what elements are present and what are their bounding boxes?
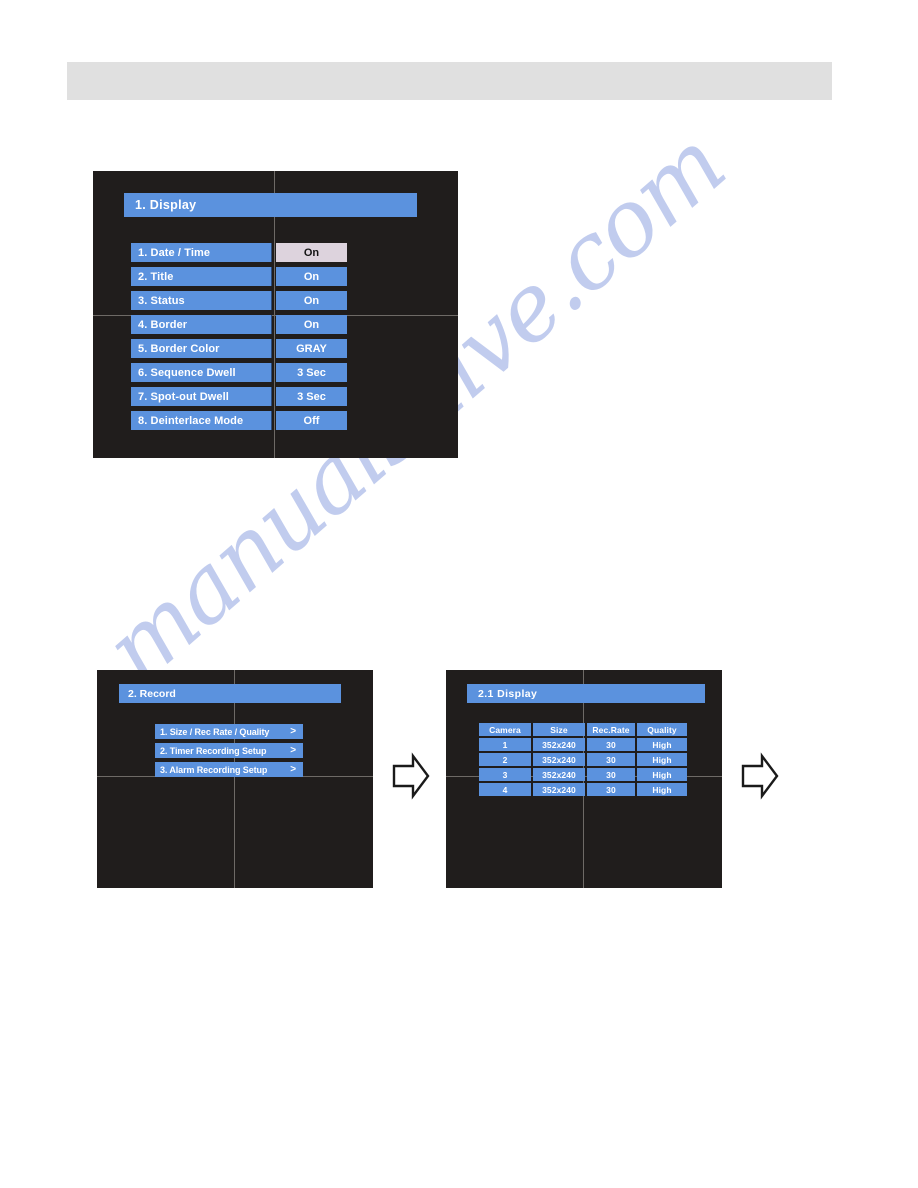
osd-panel-record: 2. Record 1. Size / Rec Rate / Quality >… xyxy=(97,670,373,888)
cell-size[interactable]: 352x240 xyxy=(533,753,585,766)
cell-quality[interactable]: High xyxy=(637,768,687,781)
cell-size[interactable]: 352x240 xyxy=(533,738,585,751)
table-header-row: Camera Size Rec.Rate Quality xyxy=(479,723,687,736)
display-menu-list: 1. Date / Time On 2. Title On 3. Status … xyxy=(131,243,347,435)
menu-row[interactable]: 7. Spot-out Dwell 3 Sec xyxy=(131,387,347,406)
chevron-right-icon: > xyxy=(290,725,296,737)
table-row[interactable]: 3 352x240 30 High xyxy=(479,768,687,781)
cell-camera[interactable]: 1 xyxy=(479,738,531,751)
table-row[interactable]: 4 352x240 30 High xyxy=(479,783,687,796)
submenu-item-size-rec-rate-quality[interactable]: 1. Size / Rec Rate / Quality > xyxy=(155,724,303,739)
chevron-right-icon: > xyxy=(290,744,296,756)
submenu-item-label: 2. Timer Recording Setup xyxy=(160,745,267,756)
panel-rec-table-title: 2.1 Display xyxy=(467,684,705,703)
cell-size[interactable]: 352x240 xyxy=(533,783,585,796)
menu-item-value-spot-out-dwell[interactable]: 3 Sec xyxy=(276,387,347,406)
panel-record-title: 2. Record xyxy=(119,684,341,703)
osd-panel-rec-table: 2.1 Display Camera Size Rec.Rate Quality… xyxy=(446,670,722,888)
cell-rec-rate[interactable]: 30 xyxy=(587,783,635,796)
menu-item-value-sequence-dwell[interactable]: 3 Sec xyxy=(276,363,347,382)
cell-size[interactable]: 352x240 xyxy=(533,768,585,781)
column-header-camera: Camera xyxy=(479,723,531,736)
menu-item-value-border[interactable]: On xyxy=(276,315,347,334)
menu-item-value-date-time[interactable]: On xyxy=(276,243,347,262)
recording-settings-table: Camera Size Rec.Rate Quality 1 352x240 3… xyxy=(477,721,689,798)
menu-row[interactable]: 8. Deinterlace Mode Off xyxy=(131,411,347,430)
flow-arrow-right-icon xyxy=(740,752,780,805)
menu-item-label-border: 4. Border xyxy=(131,315,272,334)
chevron-right-icon: > xyxy=(290,763,296,775)
menu-item-value-deinterlace-mode[interactable]: Off xyxy=(276,411,347,430)
menu-row[interactable]: 2. Title On xyxy=(131,267,347,286)
menu-item-value-border-color[interactable]: GRAY xyxy=(276,339,347,358)
table-row[interactable]: 2 352x240 30 High xyxy=(479,753,687,766)
cell-rec-rate[interactable]: 30 xyxy=(587,738,635,751)
menu-item-label-sequence-dwell: 6. Sequence Dwell xyxy=(131,363,272,382)
menu-item-label-status: 3. Status xyxy=(131,291,272,310)
menu-item-value-title[interactable]: On xyxy=(276,267,347,286)
menu-item-label-deinterlace-mode: 8. Deinterlace Mode xyxy=(131,411,272,430)
menu-item-value-status[interactable]: On xyxy=(276,291,347,310)
menu-row[interactable]: 4. Border On xyxy=(131,315,347,334)
column-header-size: Size xyxy=(533,723,585,736)
submenu-item-label: 1. Size / Rec Rate / Quality xyxy=(160,726,270,737)
cell-camera[interactable]: 2 xyxy=(479,753,531,766)
menu-row[interactable]: 3. Status On xyxy=(131,291,347,310)
cell-camera[interactable]: 3 xyxy=(479,768,531,781)
cell-quality[interactable]: High xyxy=(637,753,687,766)
column-header-rec-rate: Rec.Rate xyxy=(587,723,635,736)
menu-item-label-border-color: 5. Border Color xyxy=(131,339,272,358)
flow-arrow-right-icon xyxy=(391,752,431,805)
cell-quality[interactable]: High xyxy=(637,738,687,751)
panel-display-title: 1. Display xyxy=(124,193,417,217)
record-submenu-list: 1. Size / Rec Rate / Quality > 2. Timer … xyxy=(155,724,303,781)
column-header-quality: Quality xyxy=(637,723,687,736)
page-header-band xyxy=(67,62,832,100)
menu-item-label-date-time: 1. Date / Time xyxy=(131,243,272,262)
cell-camera[interactable]: 4 xyxy=(479,783,531,796)
cell-rec-rate[interactable]: 30 xyxy=(587,753,635,766)
submenu-item-label: 3. Alarm Recording Setup xyxy=(160,764,268,775)
table-row[interactable]: 1 352x240 30 High xyxy=(479,738,687,751)
submenu-item-timer-recording-setup[interactable]: 2. Timer Recording Setup > xyxy=(155,743,303,758)
menu-row[interactable]: 5. Border Color GRAY xyxy=(131,339,347,358)
menu-row[interactable]: 1. Date / Time On xyxy=(131,243,347,262)
submenu-item-alarm-recording-setup[interactable]: 3. Alarm Recording Setup > xyxy=(155,762,303,777)
menu-item-label-title: 2. Title xyxy=(131,267,272,286)
osd-panel-display: 1. Display 1. Date / Time On 2. Title On… xyxy=(93,171,458,458)
menu-row[interactable]: 6. Sequence Dwell 3 Sec xyxy=(131,363,347,382)
menu-item-label-spot-out-dwell: 7. Spot-out Dwell xyxy=(131,387,272,406)
cell-quality[interactable]: High xyxy=(637,783,687,796)
cell-rec-rate[interactable]: 30 xyxy=(587,768,635,781)
